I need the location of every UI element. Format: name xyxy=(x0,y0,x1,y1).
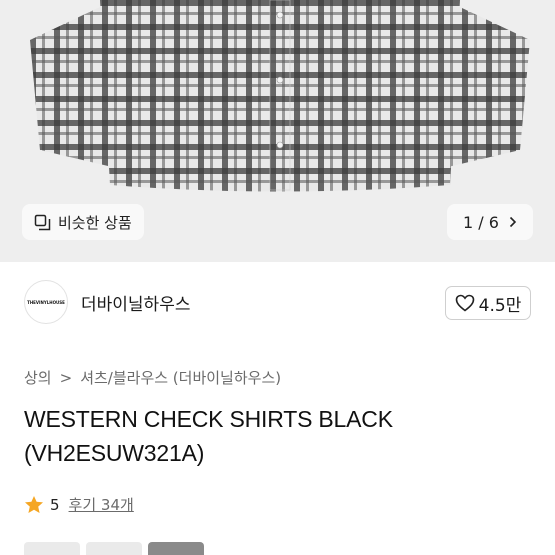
similar-items-icon xyxy=(34,214,51,230)
product-image-area[interactable]: 비슷한 상품 1 / 6 xyxy=(0,0,555,262)
image-pager[interactable]: 1 / 6 xyxy=(447,204,533,240)
similar-products-label: 비슷한 상품 xyxy=(58,213,132,232)
seller-logo-icon: THEVINYLHOUSE xyxy=(27,300,65,305)
breadcrumb-item-shirts[interactable]: 셔츠/블라우스 (더바이닐하우스) xyxy=(80,367,281,388)
star-icon xyxy=(25,495,43,513)
rating-row: 5 후기 34개 xyxy=(24,494,134,515)
rating-score: 5 xyxy=(50,495,60,514)
pager-text: 1 / 6 xyxy=(463,212,499,232)
thumbnail[interactable] xyxy=(24,542,80,555)
product-shirt-image xyxy=(30,0,530,192)
thumbnail-strip xyxy=(24,542,204,555)
breadcrumb-item-top[interactable]: 상의 xyxy=(24,367,52,388)
reviews-link[interactable]: 후기 34개 xyxy=(69,494,134,515)
thumbnail[interactable] xyxy=(148,542,204,555)
breadcrumb-separator: > xyxy=(59,368,73,387)
thumbnail[interactable] xyxy=(86,542,142,555)
heart-icon xyxy=(455,294,474,312)
seller-row[interactable]: THEVINYLHOUSE 더바이닐하우스 4.5만 xyxy=(0,262,555,342)
chevron-right-icon xyxy=(509,216,517,228)
breadcrumb: 상의 > 셔츠/블라우스 (더바이닐하우스) xyxy=(24,367,281,388)
seller-name[interactable]: 더바이닐하우스 xyxy=(81,290,190,315)
product-title: WESTERN CHECK SHIRTS BLACK (VH2ESUW321A) xyxy=(24,406,393,466)
svg-text:THEVINYLHOUSE: THEVINYLHOUSE xyxy=(27,300,65,305)
like-button[interactable]: 4.5만 xyxy=(445,286,531,320)
like-count: 4.5만 xyxy=(478,295,522,316)
similar-products-button[interactable]: 비슷한 상품 xyxy=(22,204,144,240)
seller-avatar[interactable]: THEVINYLHOUSE xyxy=(24,280,68,324)
